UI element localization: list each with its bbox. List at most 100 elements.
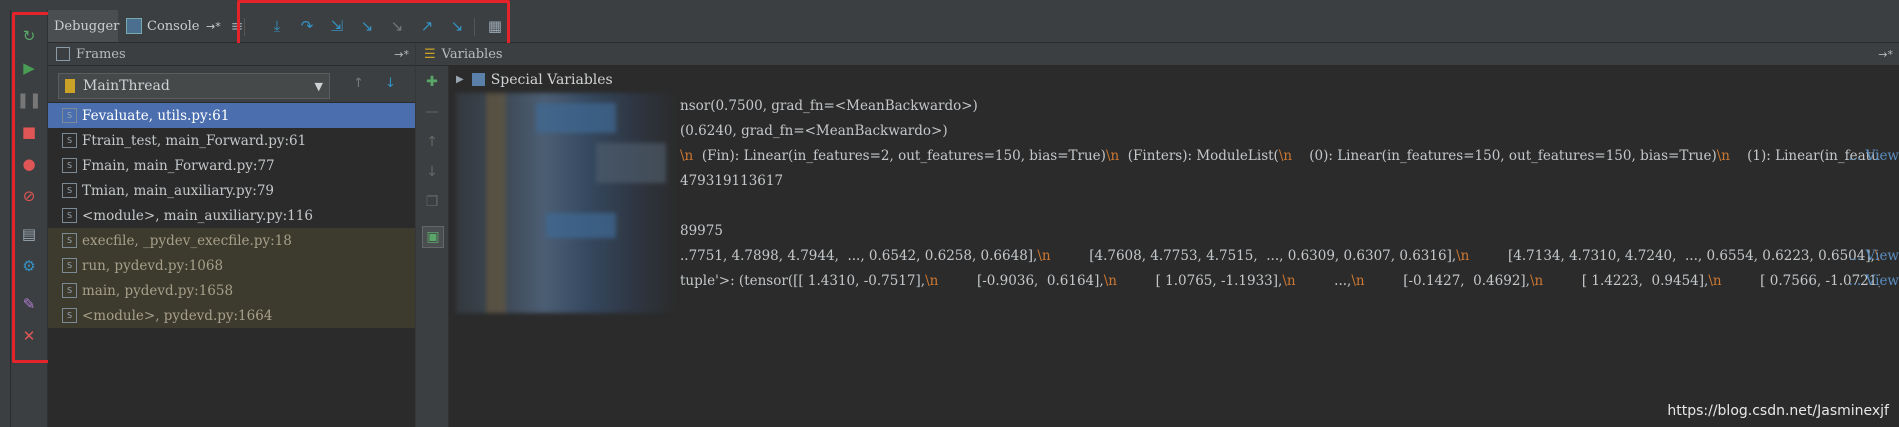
variable-value-text: ..., (1295, 272, 1352, 289)
variable-value-text: [4.7608, 4.7753, 4.7515, ..., 0.6309, 0.… (1050, 247, 1457, 264)
newline-escape: \n (1278, 147, 1293, 164)
special-variables-node[interactable]: ▶ Special Variables (456, 67, 613, 92)
tab-console-label: Console (147, 18, 200, 34)
newline-escape: \n (1716, 147, 1730, 164)
new-watch-icon[interactable]: ✚ (422, 72, 442, 92)
redacted-variable-names (456, 93, 676, 313)
step-into-my-code-icon[interactable]: ↘ (356, 16, 378, 36)
stop-icon[interactable]: ■ (19, 122, 39, 142)
variables-icon: ☰ (424, 46, 436, 62)
frame-item[interactable]: S Fmain, main_Forward.py:77 (48, 153, 415, 178)
view-link[interactable]: ... View (1848, 148, 1899, 164)
get-thread-dump-icon[interactable]: ▤ (19, 224, 39, 244)
thread-select[interactable]: MainThread ▼ (58, 73, 330, 99)
frame-label: <module>, pydevd.py:1664 (82, 307, 273, 324)
frames-pin-icon[interactable]: →* (394, 48, 409, 61)
view-link[interactable]: ... View (1848, 248, 1899, 264)
thread-name: MainThread (83, 78, 170, 94)
mute-breakpoints-icon[interactable]: ⊘ (19, 186, 39, 206)
pause-icon[interactable]: ❚❚ (16, 90, 41, 110)
variable-value-text: (0): Linear(in_features=150, out_feature… (1292, 147, 1717, 164)
step-out-icon[interactable]: ↗ (416, 16, 438, 36)
tab-debugger[interactable]: Debugger (48, 10, 119, 42)
pin-icon[interactable]: ✎ (19, 294, 39, 314)
rerun-icon[interactable]: ↻ (19, 26, 39, 46)
show-execution-point-icon[interactable]: ⤓ (266, 16, 288, 36)
move-up-icon[interactable]: ↑ (353, 76, 364, 91)
variables-pin-icon[interactable]: →* (1878, 48, 1893, 61)
thread-icon (65, 79, 75, 93)
variables-panel: ☰ Variables →* ✚ — ↑ ↓ ❐ ▣ ▶ Special Var… (416, 43, 1899, 427)
variables-toolbar: ✚ — ↑ ↓ ❐ ▣ (416, 66, 449, 427)
move-down-icon[interactable]: ↓ (385, 76, 396, 91)
debug-tab-row: Debugger Console →* ≡ ⤓ ↷ ⇲ ↘ ↘ ↗ ↘ ▦ (48, 10, 1899, 43)
expand-arrow-icon[interactable]: ▶ (456, 74, 464, 85)
variable-row[interactable]: tuple'>: (tensor([[ 1.4310, -0.7517], \n … (680, 268, 1880, 293)
variable-row[interactable]: ..7751, 4.7898, 4.7944, ..., 0.6542, 0.6… (680, 243, 1880, 268)
pin-tab-icon[interactable]: →* (206, 10, 226, 42)
frame-label: Fmain, main_Forward.py:77 (82, 157, 275, 174)
watermark-text: https://blog.csdn.net/Jasminexjf (1667, 403, 1889, 419)
variable-row[interactable] (680, 193, 1880, 218)
remove-watch-icon[interactable]: — (422, 102, 442, 122)
special-variables-label: Special Variables (490, 71, 613, 88)
run-to-cursor-icon[interactable]: ↘ (446, 16, 468, 36)
newline-escape: \n (1105, 147, 1120, 164)
frame-label: run, pydevd.py:1068 (82, 257, 224, 274)
frame-item[interactable]: S <module>, main_auxiliary.py:116 (48, 203, 415, 228)
variable-row[interactable]: nsor(0.7500, grad_fn=<MeanBackwardo>) (680, 93, 1880, 118)
variable-value-text: [ 1.4223, 0.9454], (1543, 272, 1709, 289)
frame-label: Fevaluate, utils.py:61 (82, 107, 230, 124)
newline-escape: \n (1103, 272, 1117, 289)
view-link[interactable]: ... View (1848, 273, 1899, 289)
frame-icon: S (62, 108, 77, 123)
newline-escape: \n (1529, 272, 1544, 289)
thread-row: MainThread ▼ ↑ ↓ (48, 66, 415, 103)
watch-up-icon[interactable]: ↑ (422, 132, 442, 152)
settings-icon[interactable]: ⚙ (19, 256, 39, 276)
variables-title: Variables (441, 46, 503, 62)
frame-item[interactable]: Smain, pydevd.py:1658 (48, 278, 415, 303)
special-variables-icon (471, 73, 485, 86)
newline-escape: \n (1708, 272, 1722, 289)
frame-item[interactable]: Srun, pydevd.py:1068 (48, 253, 415, 278)
resume-icon[interactable]: ▶ (19, 58, 39, 78)
newline-escape: \n (1282, 272, 1296, 289)
close-icon[interactable]: ✕ (19, 326, 39, 346)
variable-row[interactable]: 479319113617 (680, 168, 1880, 193)
newline-escape: \n (925, 272, 939, 289)
duplicate-watch-icon[interactable]: ❐ (422, 192, 442, 212)
frame-label: execfile, _pydev_execfile.py:18 (82, 232, 292, 249)
variable-value-text: ..7751, 4.7898, 4.7944, ..., 0.6542, 0.6… (680, 247, 1038, 264)
variable-value-text: nsor(0.7500, grad_fn=<MeanBackwardo>) (680, 97, 978, 114)
variable-value-text: tuple'>: (tensor([[ 1.4310, -0.7517], (680, 272, 926, 289)
view-breakpoints-icon[interactable]: ● (19, 154, 39, 174)
frame-label: Ftrain_test, main_Forward.py:61 (82, 132, 307, 149)
frames-title: Frames (76, 46, 126, 62)
frame-item[interactable]: S Ftrain_test, main_Forward.py:61 (48, 128, 415, 153)
frame-icon: S (62, 308, 77, 323)
step-into-icon[interactable]: ⇲ (326, 16, 348, 36)
tab-console[interactable]: Console (126, 10, 216, 42)
frame-icon: S (62, 158, 77, 173)
variable-row[interactable]: (0.6240, grad_fn=<MeanBackwardo>) (680, 118, 1880, 143)
variable-value-text: (0.6240, grad_fn=<MeanBackwardo>) (680, 122, 948, 139)
frames-panel: Frames →* MainThread ▼ ↑ ↓ S Fevaluate, u… (48, 43, 416, 427)
frame-icon: S (62, 133, 77, 148)
newline-escape: \n (1456, 247, 1470, 264)
tab-pin-label: →* (206, 19, 221, 33)
force-step-into-icon[interactable]: ↘ (386, 16, 408, 36)
frame-item[interactable]: Sexecfile, _pydev_execfile.py:18 (48, 228, 415, 253)
show-variables-icon[interactable]: ▣ (422, 226, 444, 248)
debugger-actions-toolbar: ↻ ▶ ❚❚ ■ ● ⊘ ▤ ⚙ ✎ ✕ (11, 10, 48, 427)
frame-item[interactable]: S Tmian, main_auxiliary.py:79 (48, 178, 415, 203)
evaluate-expression-icon[interactable]: ▦ (484, 16, 506, 36)
variable-row[interactable]: 89975 (680, 218, 1880, 243)
frame-label: Tmian, main_auxiliary.py:79 (82, 182, 274, 199)
variable-row[interactable]: \n (Fin): Linear(in_features=2, out_feat… (680, 143, 1880, 168)
frame-icon: S (62, 208, 77, 223)
frame-item[interactable]: S Fevaluate, utils.py:61 (48, 103, 415, 128)
watch-down-icon[interactable]: ↓ (422, 162, 442, 182)
step-over-icon[interactable]: ↷ (296, 16, 318, 36)
frame-item[interactable]: S <module>, pydevd.py:1664 (48, 303, 415, 328)
